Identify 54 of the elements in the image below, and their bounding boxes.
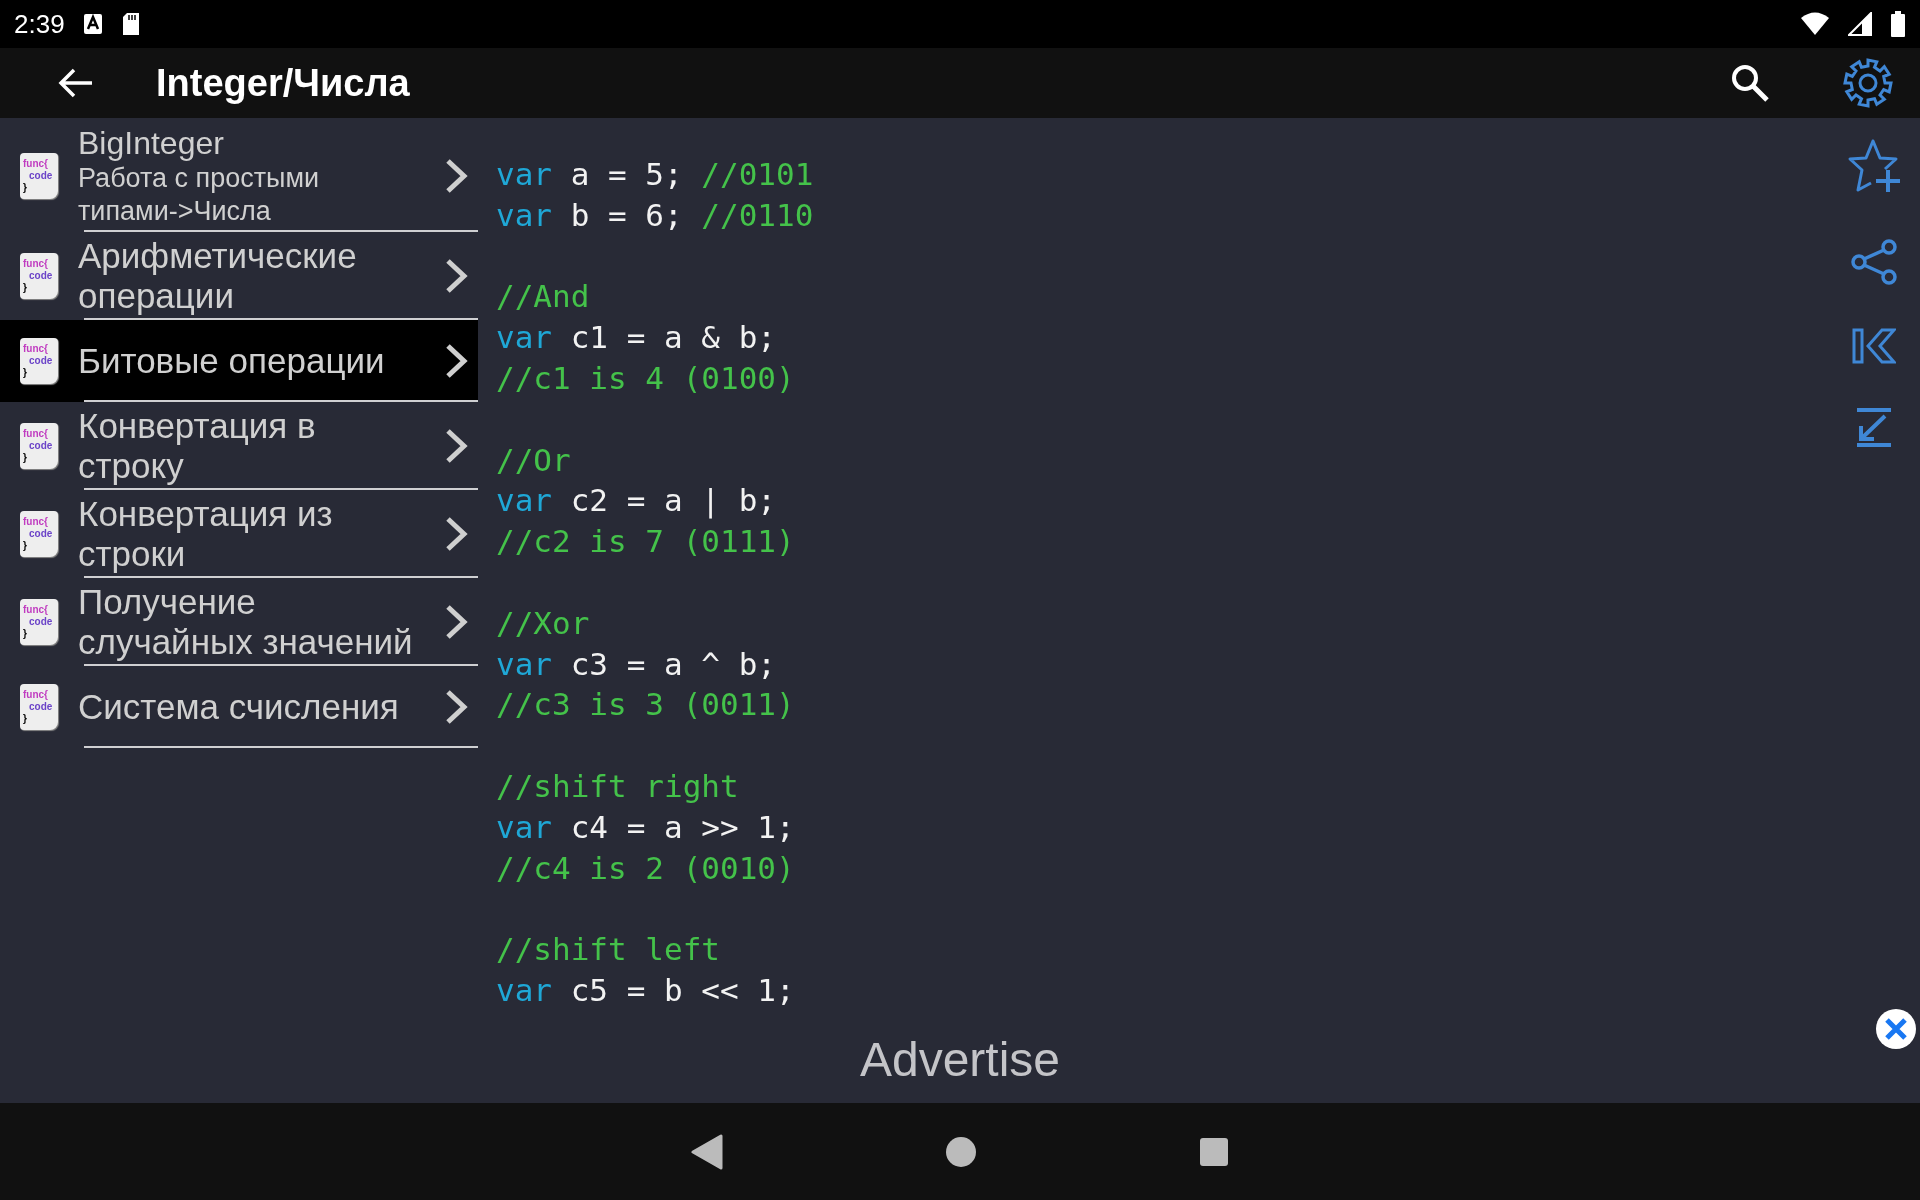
topic-title: Конвертация из строки [78,494,334,574]
code-comment: //shift left [496,930,720,970]
code-comment: //Or [496,440,571,480]
topic-title: BigInteger [78,124,225,162]
code-comment: //Xor [496,603,590,643]
code-comment: //c4 is 2 (0010) [496,848,795,888]
code-comment: //And [496,277,590,317]
topic-list-item[interactable]: func{ code } Конвертация в строку [0,402,478,490]
topic-title: Конвертация в строку [78,406,317,486]
clock-time: 2:39 [14,8,65,40]
topic-list-item[interactable]: func{ code } Конвертация из строки [0,490,478,578]
code-file-icon: func{ code } [20,153,58,199]
font-notification-icon [82,13,103,35]
code-line: var c2 = a | b; [496,481,776,521]
chevron-right-icon [444,428,468,464]
code-file-icon: func{ code } [20,338,58,384]
code-file-icon: func{ code } [20,253,58,299]
chevron-right-icon [444,343,468,379]
code-file-icon: func{ code } [20,511,58,557]
battery-icon [1890,11,1906,37]
topic-title: Система счисления [78,687,400,727]
advertisement-text: Advertise [859,1032,1061,1087]
code-file-icon: func{ code } [20,599,58,645]
chevron-right-icon [444,604,468,640]
topic-path: Работа с простыми типами->Числа [78,162,321,228]
topic-title: Получение случайных значений [78,582,414,662]
code-comment: //c3 is 3 (0011) [496,685,795,725]
wifi-icon [1800,12,1830,36]
code-line: var a = 5; //0101 [496,155,814,194]
topic-list-item[interactable]: func{ code } Арифметические операции [0,232,478,320]
topic-list-item[interactable]: func{ code } BigInteger Работа с простыми типами->Числа [0,120,478,232]
topic-title: Арифметические операции [78,236,358,316]
code-comment: //c2 is 7 (0111) [496,522,795,562]
code-file-icon: func{ code } [20,423,58,469]
code-file-icon: func{ code } [20,684,58,730]
code-line: var c4 = a >> 1; [496,807,795,847]
code-line: var c5 = b << 1; [496,970,795,1010]
code-line: var c1 = a & b; [496,318,776,358]
sd-card-icon [120,12,141,36]
chevron-right-icon [444,516,468,552]
chevron-right-icon [444,689,468,725]
code-line: var c3 = a ^ b; [496,644,776,684]
code-comment: //shift right [496,766,739,806]
topic-list-item[interactable]: func{ code } Битовые операции [0,320,478,402]
topic-title: Битовые операции [78,341,386,381]
code-comment: //c1 is 4 (0100) [496,359,795,398]
topic-list-item[interactable]: func{ code } Система счисления [0,666,478,748]
topic-list-item[interactable]: func{ code } Получение случайных значений [0,578,478,666]
signal-icon [1848,12,1872,36]
chevron-right-icon [444,158,468,194]
chevron-right-icon [444,258,468,294]
screen-title: Integer/Числа [156,61,410,105]
close-ad-button[interactable] [1876,1009,1916,1049]
code-line: var b = 6; //0110 [496,195,814,235]
